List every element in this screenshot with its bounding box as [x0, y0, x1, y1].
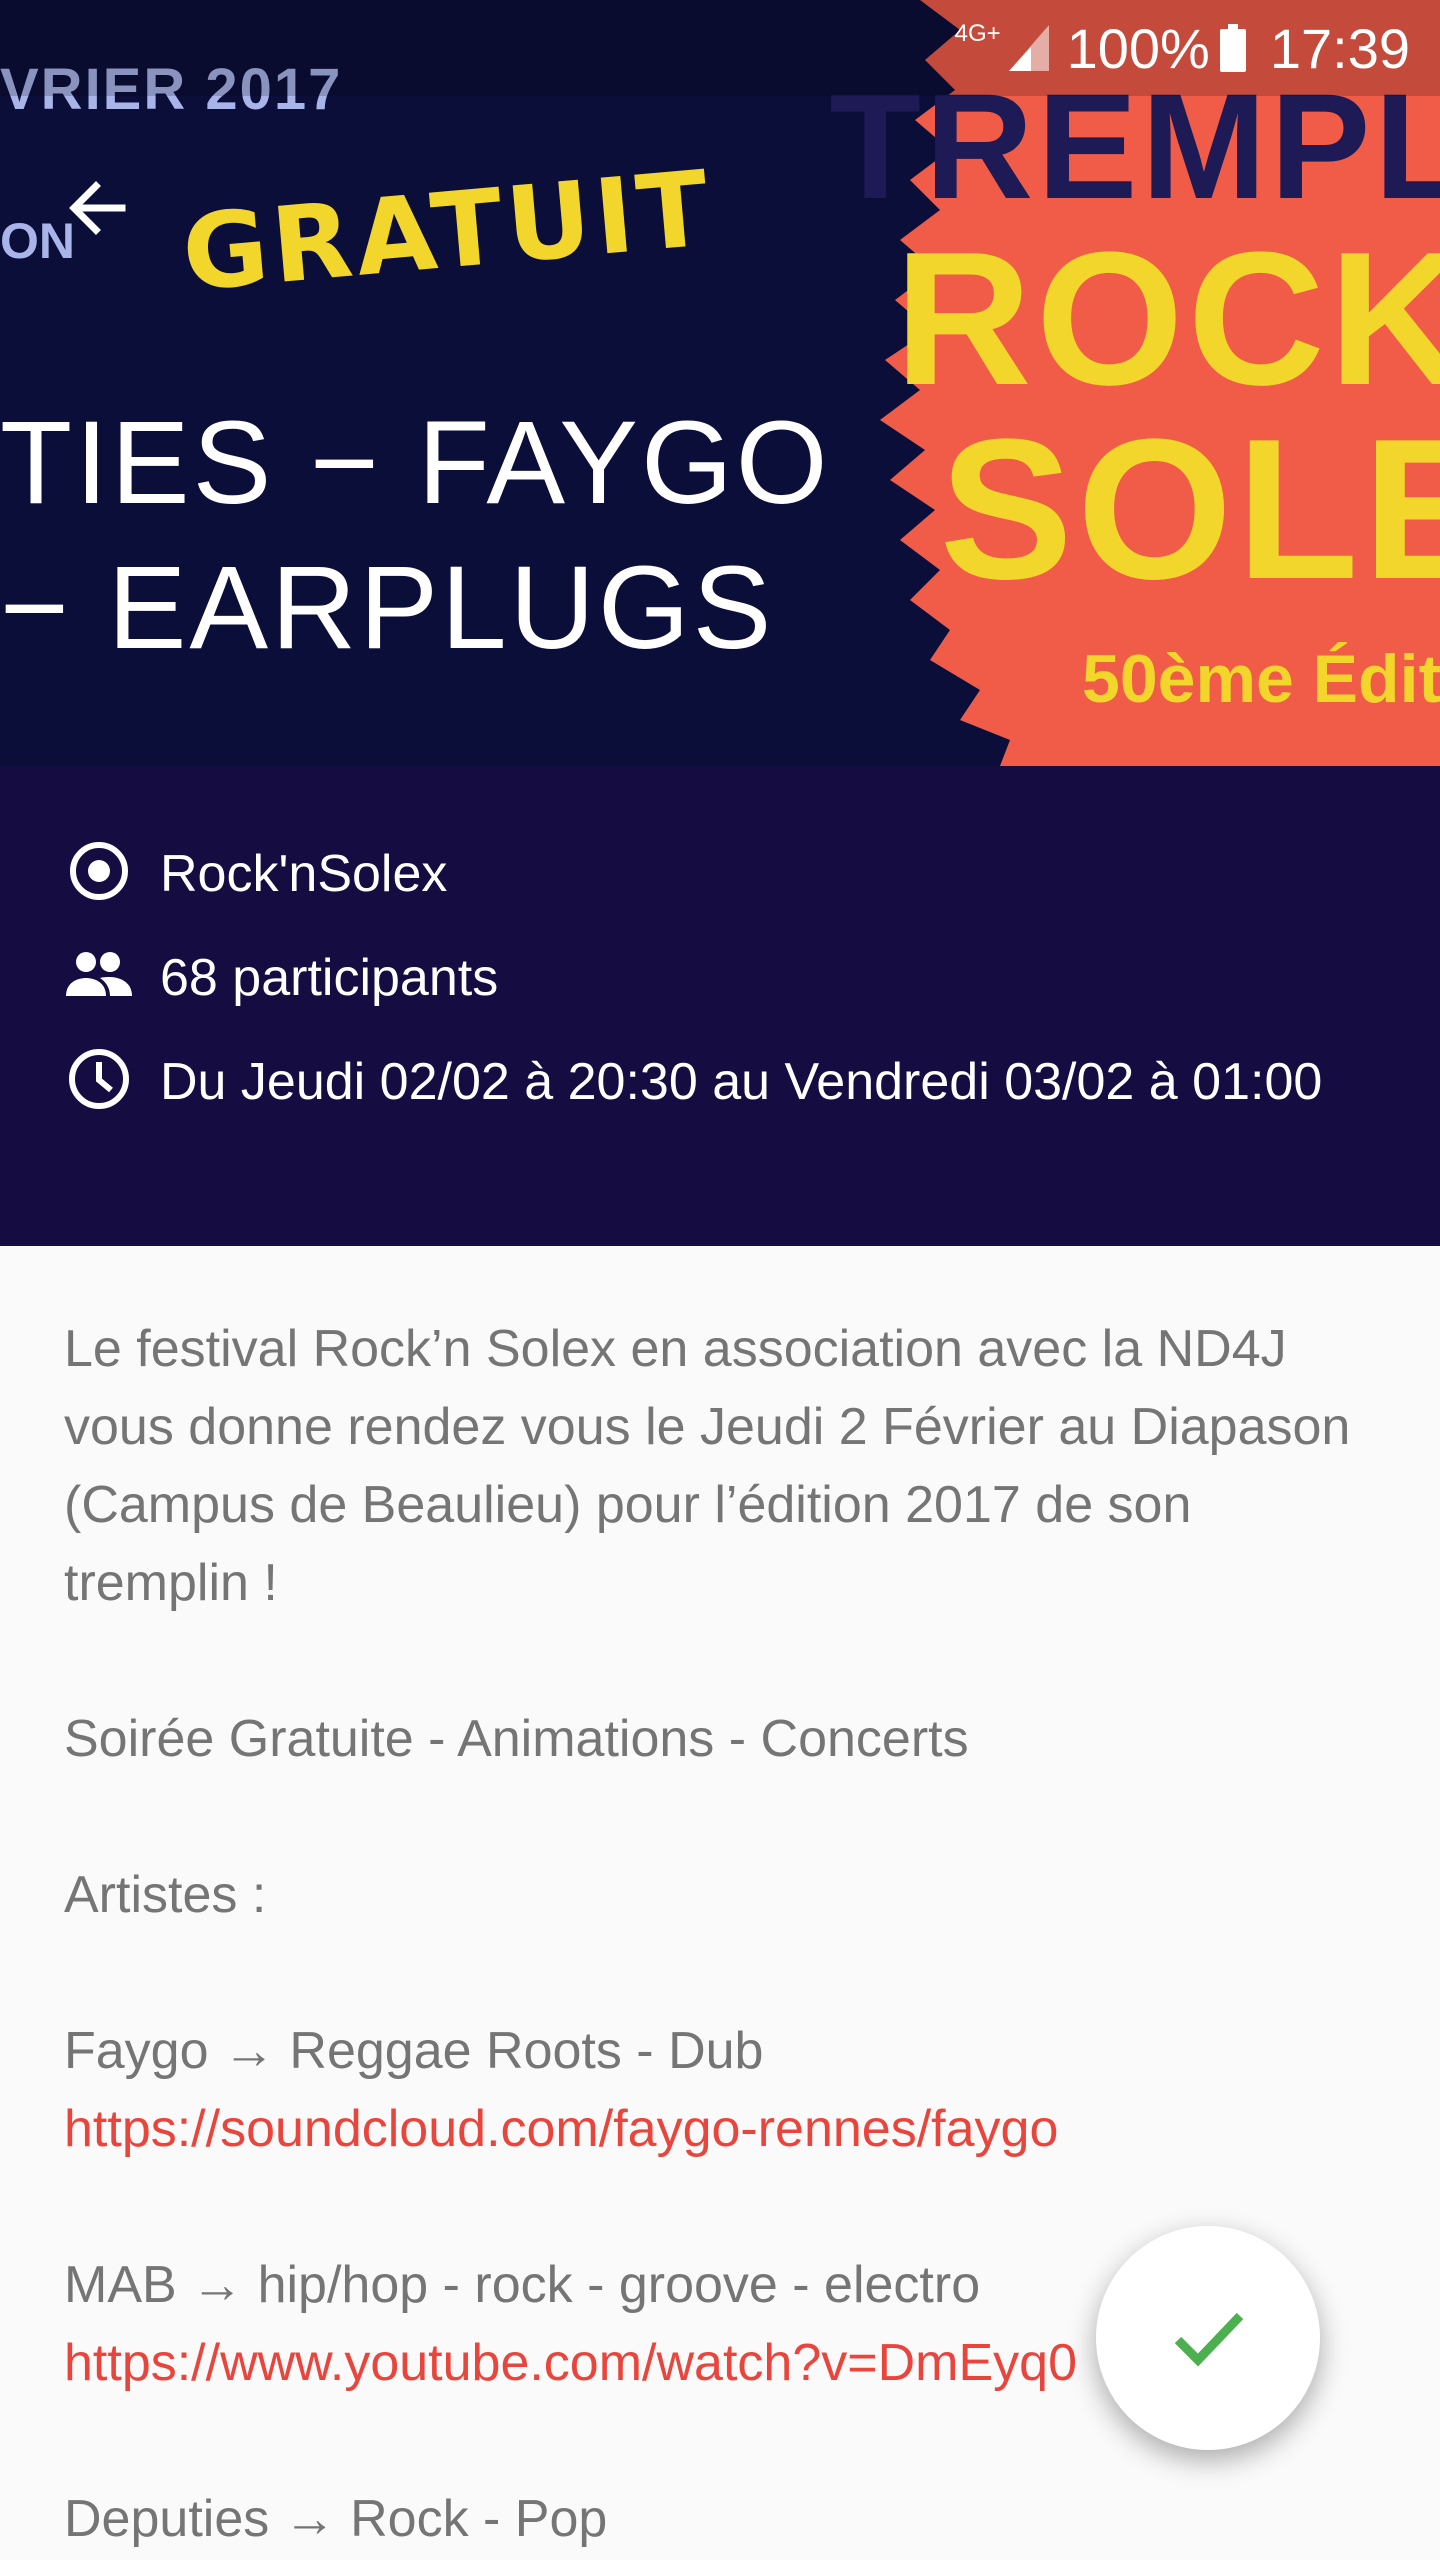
- description-tagline: Soirée Gratuite - Animations - Concerts: [64, 1710, 969, 1768]
- signal-icon: [1008, 25, 1049, 71]
- organizer-name: Rock'nSolex: [160, 845, 448, 903]
- artists-heading: Artistes :: [64, 1866, 267, 1924]
- status-bar: 4G+ 100% 17:39: [0, 0, 1440, 96]
- people-icon: [66, 952, 132, 996]
- artist-deputies: Deputies → Rock - Pop: [64, 2490, 608, 2548]
- artist-mab-link[interactable]: https://www.youtube.com/watch?v=DmEyq0: [64, 2334, 1077, 2392]
- arrow-left-icon: [69, 181, 126, 235]
- poster-bands-line1: TIES − FAYGO: [0, 397, 831, 529]
- join-event-button[interactable]: [1096, 2226, 1320, 2450]
- clock-icon: [69, 1049, 129, 1109]
- poster-solex-text: SOLE: [939, 398, 1440, 621]
- back-button[interactable]: [58, 168, 138, 248]
- event-banner: VRIER 2017 ON GRATUIT TIES − FAYGO − EAR…: [0, 0, 1440, 766]
- artist-faygo: Faygo → Reggae Roots - Dub: [64, 2022, 764, 2080]
- battery-icon: [1219, 24, 1246, 72]
- event-datetime: Du Jeudi 02/02 à 20:30 au Vendredi 03/02…: [160, 1053, 1323, 1111]
- network-type: 4G+: [954, 20, 1001, 47]
- description-intro: Le festival Rock’n Solex en association …: [64, 1320, 1351, 1612]
- participants-count: 68 participants: [160, 949, 499, 1007]
- event-info-panel: Rock'nSolex 68 participants Du Jeudi 02/…: [0, 766, 1440, 1246]
- poster-gratuit-text: GRATUIT: [177, 147, 718, 315]
- clock-time: 17:39: [1269, 16, 1410, 80]
- radio-target-icon: [70, 842, 128, 900]
- poster-edition-text: 50ème Éditi: [1082, 641, 1440, 717]
- battery-percent: 100%: [1066, 16, 1210, 80]
- poster-bands-line2: − EARPLUGS: [0, 542, 775, 674]
- artist-faygo-link[interactable]: https://soundcloud.com/faygo-rennes/fayg…: [64, 2100, 1058, 2158]
- check-icon: [1174, 2312, 1244, 2367]
